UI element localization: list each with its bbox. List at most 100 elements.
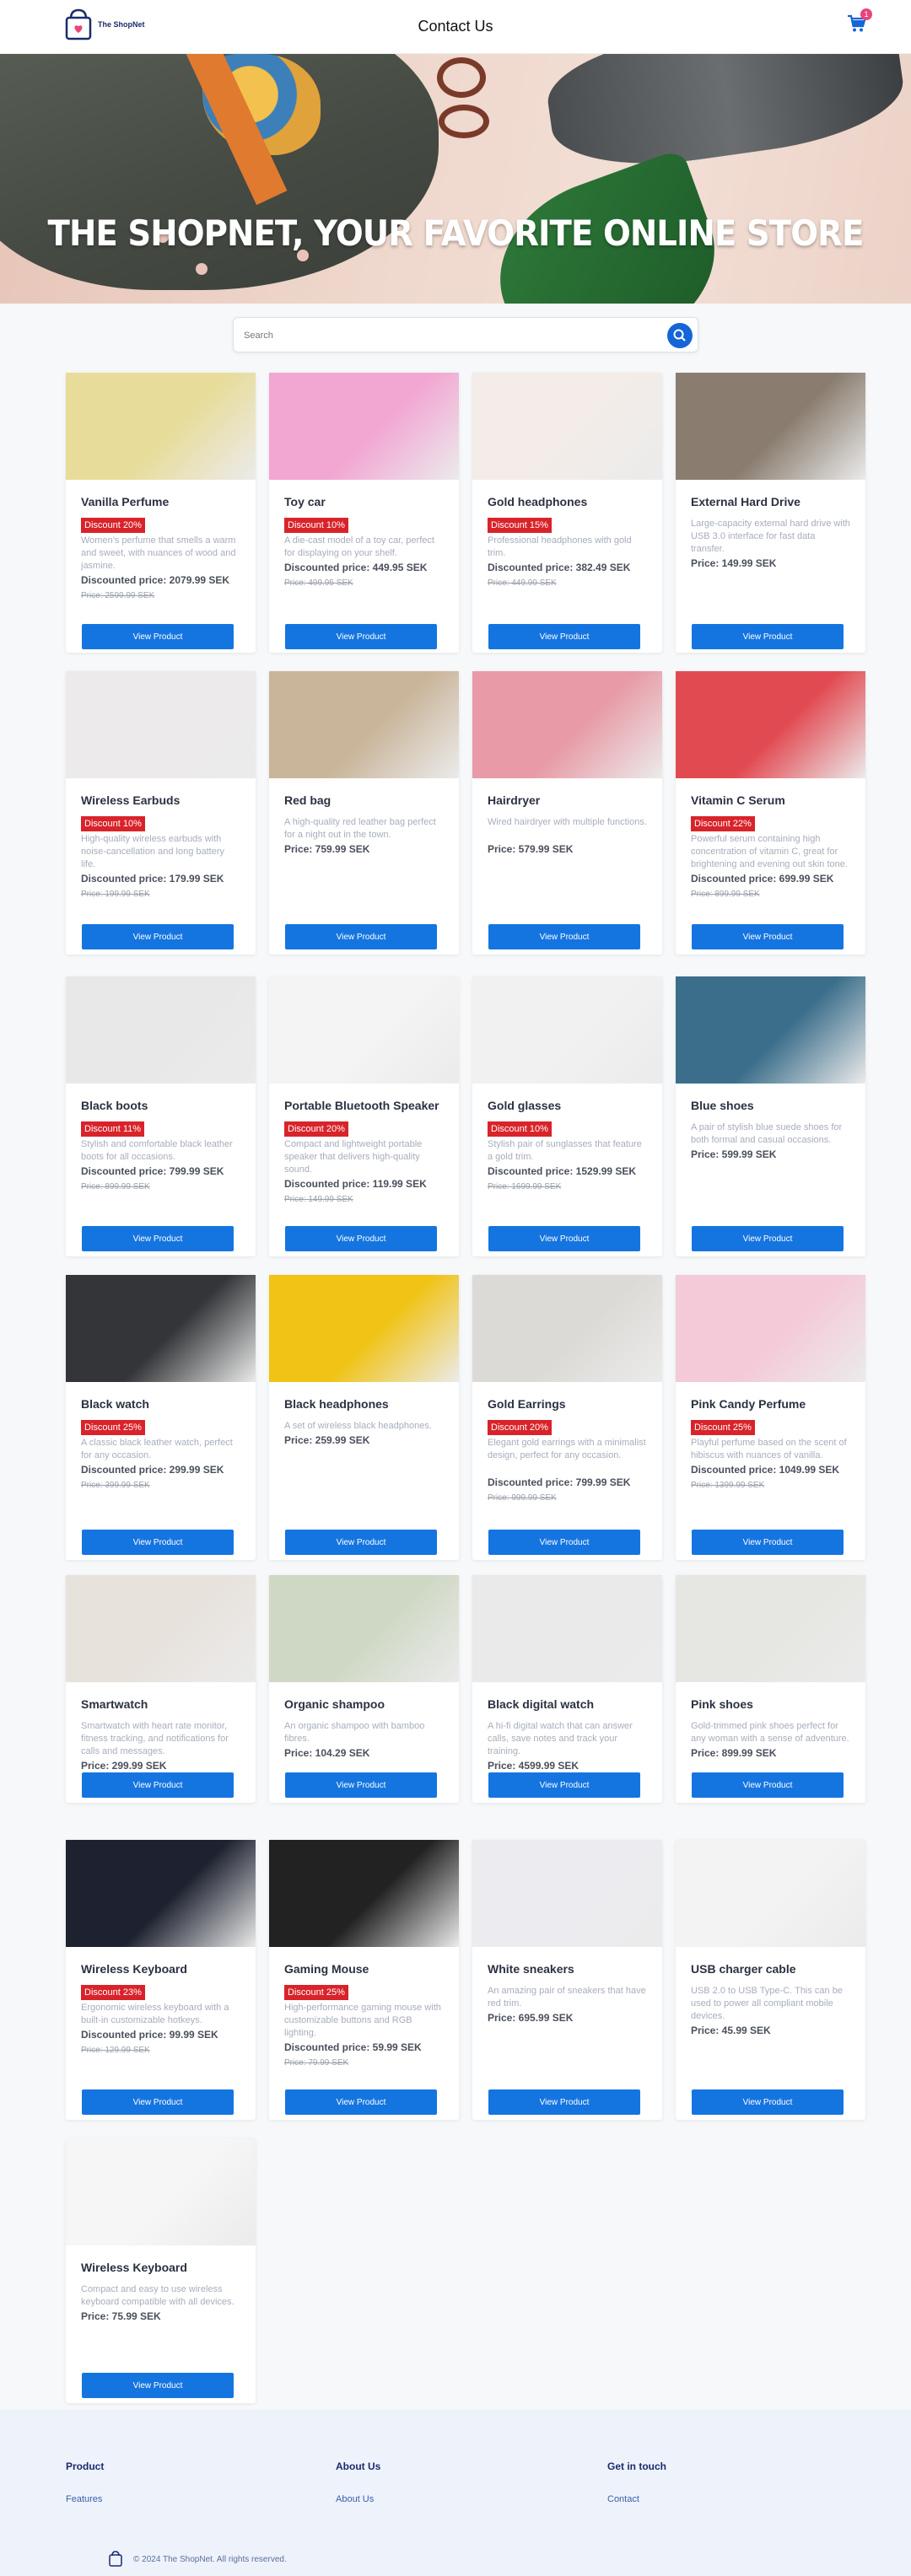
original-price: Price: 79.99 SEK bbox=[284, 2058, 349, 2068]
product-description: Stylish pair of sunglasses that feature … bbox=[488, 1139, 642, 1162]
product-image[interactable] bbox=[676, 1575, 865, 1682]
product-image[interactable] bbox=[472, 373, 662, 480]
view-product-button[interactable]: View Product bbox=[488, 1530, 640, 1555]
product-image[interactable] bbox=[676, 1275, 865, 1382]
view-product-button[interactable]: View Product bbox=[488, 924, 640, 949]
product-description: Wired hairdryer with multiple functions. bbox=[488, 817, 647, 827]
logo[interactable]: The ShopNet bbox=[64, 8, 145, 40]
product-card: Vitamin C Serum Discount 22% Powerful seru… bbox=[676, 671, 865, 955]
product-image[interactable] bbox=[269, 1275, 459, 1382]
product-image[interactable] bbox=[269, 1575, 459, 1682]
original-price: Price: 899.99 SEK bbox=[691, 890, 760, 899]
search-input[interactable] bbox=[244, 326, 649, 345]
product-image[interactable] bbox=[66, 2138, 256, 2245]
product-image[interactable] bbox=[472, 1275, 662, 1382]
view-product-button[interactable]: View Product bbox=[285, 1772, 437, 1798]
product-price: Price: 299.99 SEK bbox=[81, 1760, 167, 1772]
discount-badge: Discount 10% bbox=[488, 1121, 552, 1137]
original-price: Price: 999.99 SEK bbox=[488, 1493, 557, 1503]
view-product-button[interactable]: View Product bbox=[488, 1772, 640, 1798]
view-product-button[interactable]: View Product bbox=[82, 924, 234, 949]
hero-sunglasses-image bbox=[437, 57, 486, 98]
product-card: Black boots Discount 11% Stylish and comfo… bbox=[66, 976, 256, 1256]
product-name: USB charger cable bbox=[691, 1962, 796, 1976]
product-card: Portable Bluetooth Speaker Discount 20% Co… bbox=[269, 976, 459, 1256]
product-card: Blue shoes A pair of stylish blue suede s… bbox=[676, 976, 865, 1256]
product-image[interactable] bbox=[269, 1840, 459, 1947]
view-product-button[interactable]: View Product bbox=[285, 1530, 437, 1555]
product-name: Vitamin C Serum bbox=[691, 793, 785, 807]
view-product-button[interactable]: View Product bbox=[82, 1530, 234, 1555]
view-product-button[interactable]: View Product bbox=[82, 2373, 234, 2398]
view-product-button[interactable]: View Product bbox=[285, 624, 437, 649]
product-image[interactable] bbox=[269, 373, 459, 480]
product-description: A set of wireless black headphones. bbox=[284, 1421, 432, 1431]
view-product-button[interactable]: View Product bbox=[692, 2089, 844, 2115]
original-price: Price: 149.99 SEK bbox=[284, 1195, 353, 1204]
view-product-button[interactable]: View Product bbox=[82, 1226, 234, 1251]
discount-badge: Discount 20% bbox=[81, 518, 145, 533]
product-price: Discounted price: 119.99 SEK bbox=[284, 1178, 427, 1190]
product-image[interactable] bbox=[66, 671, 256, 778]
product-image[interactable] bbox=[676, 1840, 865, 1947]
product-card: Organic shampoo An organic shampoo with b… bbox=[269, 1575, 459, 1803]
view-product-button[interactable]: View Product bbox=[82, 2089, 234, 2115]
view-product-button[interactable]: View Product bbox=[692, 1530, 844, 1555]
view-product-button[interactable]: View Product bbox=[285, 1226, 437, 1251]
view-product-button[interactable]: View Product bbox=[692, 624, 844, 649]
product-image[interactable] bbox=[66, 1575, 256, 1682]
footer-features-link[interactable]: Features bbox=[66, 2494, 102, 2504]
view-product-button[interactable]: View Product bbox=[692, 1772, 844, 1798]
view-product-button[interactable]: View Product bbox=[285, 924, 437, 949]
footer-logo-icon bbox=[109, 2551, 122, 2567]
product-image[interactable] bbox=[472, 671, 662, 778]
product-price: Discounted price: 382.49 SEK bbox=[488, 562, 631, 573]
product-name: Toy car bbox=[284, 495, 326, 508]
product-name: Gold Earrings bbox=[488, 1397, 566, 1411]
product-price: Discounted price: 449.95 SEK bbox=[284, 562, 428, 573]
product-description: Ergonomic wireless keyboard with a built… bbox=[81, 2003, 229, 2025]
hero-banner: THE SHOPNET, YOUR FAVORITE ONLINE STORE bbox=[0, 54, 911, 304]
product-description: Compact and lightweight portable speaker… bbox=[284, 1139, 423, 1175]
product-description: Gold-trimmed pink shoes perfect for any … bbox=[691, 1721, 849, 1744]
product-description: A high-quality red leather bag perfect f… bbox=[284, 817, 436, 840]
product-card: Vanilla Perfume Discount 20% Women's perfu… bbox=[66, 373, 256, 653]
page-title: Contact Us bbox=[418, 18, 493, 35]
product-price: Discounted price: 2079.99 SEK bbox=[81, 574, 230, 586]
view-product-button[interactable]: View Product bbox=[82, 1772, 234, 1798]
product-image[interactable] bbox=[676, 671, 865, 778]
product-description: A classic black leather watch, perfect f… bbox=[81, 1438, 233, 1460]
product-image[interactable] bbox=[472, 1840, 662, 1947]
product-image[interactable] bbox=[269, 671, 459, 778]
product-price: Price: 599.99 SEK bbox=[691, 1148, 777, 1160]
view-product-button[interactable]: View Product bbox=[692, 1226, 844, 1251]
view-product-button[interactable]: View Product bbox=[285, 2089, 437, 2115]
product-price: Discounted price: 1529.99 SEK bbox=[488, 1165, 637, 1177]
product-price: Price: 104.29 SEK bbox=[284, 1747, 370, 1759]
product-image[interactable] bbox=[66, 373, 256, 480]
product-card: USB charger cable USB 2.0 to USB Type-C. … bbox=[676, 1840, 865, 2120]
product-price: Price: 579.99 SEK bbox=[488, 843, 574, 855]
product-image[interactable] bbox=[472, 1575, 662, 1682]
cart-button[interactable]: 1 bbox=[847, 8, 872, 37]
footer-about-link[interactable]: About Us bbox=[336, 2494, 374, 2504]
footer-contact-link[interactable]: Contact bbox=[607, 2494, 639, 2504]
product-image[interactable] bbox=[66, 976, 256, 1084]
product-image[interactable] bbox=[66, 1840, 256, 1947]
product-image[interactable] bbox=[66, 1275, 256, 1382]
product-image[interactable] bbox=[269, 976, 459, 1084]
view-product-button[interactable]: View Product bbox=[82, 624, 234, 649]
view-product-button[interactable]: View Product bbox=[488, 624, 640, 649]
view-product-button[interactable]: View Product bbox=[488, 1226, 640, 1251]
product-name: Gold headphones bbox=[488, 495, 588, 508]
product-image[interactable] bbox=[472, 976, 662, 1084]
product-image[interactable] bbox=[676, 373, 865, 480]
discount-badge: Discount 11% bbox=[81, 1121, 145, 1137]
product-card: Hairdryer Wired hairdryer with multiple f… bbox=[472, 671, 662, 955]
view-product-button[interactable]: View Product bbox=[488, 2089, 640, 2115]
product-price: Discounted price: 799.99 SEK bbox=[81, 1165, 224, 1177]
view-product-button[interactable]: View Product bbox=[692, 924, 844, 949]
search-button[interactable] bbox=[667, 323, 693, 348]
product-image[interactable] bbox=[676, 976, 865, 1084]
discount-badge: Discount 20% bbox=[488, 1420, 552, 1435]
